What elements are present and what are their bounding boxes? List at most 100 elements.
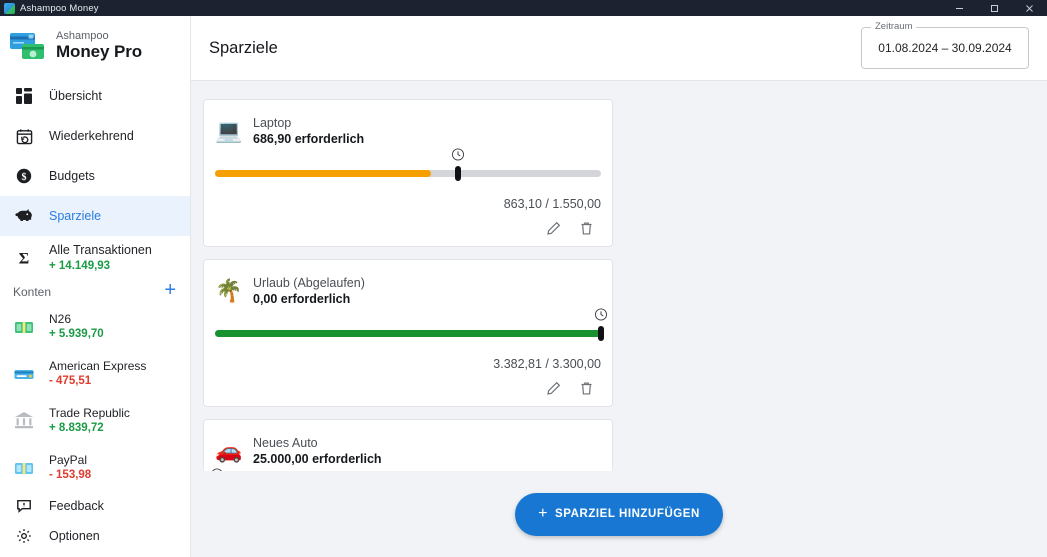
sidebar-item-optionen[interactable]: Optionen [0, 521, 190, 551]
sidebar-item-uebersicht[interactable]: Übersicht [0, 76, 190, 116]
goal-required: 25.000,00 erforderlich [253, 452, 382, 466]
brand: Ashampoo Money Pro [0, 16, 190, 76]
sidebar: Ashampoo Money Pro Übersicht Wiederkehre… [0, 16, 191, 557]
close-button[interactable] [1012, 0, 1047, 16]
goal-required: 0,00 erforderlich [253, 292, 351, 306]
banknote-icon [12, 456, 36, 480]
window-title: Ashampoo Money [20, 2, 99, 14]
account-amount: + 8.839,72 [49, 421, 104, 434]
goal-progress [215, 148, 601, 185]
piggy-bank-icon [13, 208, 35, 224]
sidebar-item-budgets[interactable]: $ Budgets [0, 156, 190, 196]
minimize-button[interactable] [942, 0, 977, 16]
goal-card[interactable]: 💻 Laptop 686,90 erforderlich 863,10 / 1.… [203, 99, 613, 247]
accounts-section-title: Konten [13, 284, 52, 299]
goal-texts: Urlaub (Abgelaufen) 0,00 erforderlich [253, 275, 365, 308]
daterange-field[interactable]: Zeitraum 01.08.2024 – 30.09.2024 [861, 21, 1029, 69]
maximize-button[interactable] [977, 0, 1012, 16]
laptop-emoji: 💻 [215, 118, 243, 143]
credit-card-icon [12, 362, 36, 386]
brand-text: Ashampoo Money Pro [56, 31, 142, 60]
goal-card[interactable]: 🚗 Neues Auto 25.000,00 erforderlich [203, 419, 613, 471]
daterange-legend: Zeitraum [871, 21, 917, 32]
banknote-icon [12, 315, 36, 339]
account-stack: PayPal - 153,98 [49, 452, 91, 484]
primary-nav: Übersicht Wiederkehrend $ Budgets Sparzi… [0, 76, 190, 280]
goal-texts: Neues Auto 25.000,00 erforderlich [253, 435, 382, 468]
goal-card-list: 💻 Laptop 686,90 erforderlich 863,10 / 1.… [203, 99, 1029, 471]
clock-icon [452, 148, 465, 161]
progress-fill [215, 330, 601, 337]
goal-name: Laptop [253, 115, 292, 130]
account-item-n26[interactable]: N26 + 5.939,70 [0, 303, 190, 350]
delete-icon[interactable] [579, 221, 594, 236]
window-titlebar: Ashampoo Money [0, 0, 1047, 16]
app-icon [4, 2, 15, 14]
feedback-icon [13, 498, 35, 514]
daterange-value: 01.08.2024 – 30.09.2024 [878, 41, 1012, 55]
progress-marker[interactable] [598, 326, 604, 341]
goal-totals: 3.382,81 / 3.300,00 [493, 357, 601, 371]
sidebar-item-label: Optionen [49, 529, 100, 543]
account-item-american-express[interactable]: American Express - 475,51 [0, 350, 190, 397]
account-name: PayPal [49, 452, 88, 467]
account-name: American Express [49, 358, 147, 373]
car-emoji: 🚗 [215, 438, 243, 463]
goal-header: 💻 Laptop 686,90 erforderlich [215, 111, 601, 151]
sigma-icon: Σ [13, 249, 35, 268]
goal-texts: Laptop 686,90 erforderlich [253, 115, 364, 148]
palm-tree-emoji: 🌴 [215, 278, 243, 303]
goal-name: Neues Auto [253, 435, 318, 450]
edit-icon[interactable] [546, 221, 561, 236]
goal-name: Urlaub (Abgelaufen) [253, 275, 365, 290]
brand-title: Money Pro [56, 41, 143, 61]
plus-icon: + [538, 505, 549, 522]
goals-content: 💻 Laptop 686,90 erforderlich 863,10 / 1.… [191, 81, 1047, 471]
account-stack: N26 + 5.939,70 [49, 311, 104, 343]
sidebar-item-feedback[interactable]: Feedback [0, 491, 190, 521]
fab-row: + SPARZIEL HINZUFÜGEN [191, 471, 1047, 557]
edit-icon[interactable] [546, 381, 561, 396]
account-stack: American Express - 475,51 [49, 358, 146, 390]
sidebar-item-wiederkehrend[interactable]: Wiederkehrend [0, 116, 190, 156]
calendar-repeat-icon [13, 128, 35, 145]
window-controls [942, 0, 1047, 16]
main-area: Sparziele Zeitraum 01.08.2024 – 30.09.20… [191, 16, 1047, 557]
account-amount: - 475,51 [49, 374, 92, 387]
goal-progress [215, 308, 608, 345]
secondary-nav: Feedback Optionen [0, 491, 190, 557]
sidebar-item-alle-transaktionen[interactable]: Σ Alle Transaktionen + 14.149,93 [0, 236, 190, 280]
svg-text:$: $ [22, 172, 27, 183]
gear-icon [13, 528, 35, 544]
goal-card[interactable]: 🌴 Urlaub (Abgelaufen) 0,00 erforderlich [203, 259, 613, 407]
add-account-button[interactable]: + [164, 280, 176, 303]
add-savings-goal-button[interactable]: + SPARZIEL HINZUFÜGEN [515, 492, 723, 536]
account-amount: - 153,98 [49, 468, 92, 481]
sidebar-item-hilfe[interactable]: Hilfe [0, 551, 190, 557]
account-name: N26 [49, 311, 72, 326]
goal-totals: 863,10 / 1.550,00 [503, 197, 601, 211]
account-stack: Trade Republic + 8.839,72 [49, 405, 130, 437]
svg-text:Σ: Σ [19, 251, 29, 268]
delete-icon[interactable] [579, 381, 594, 396]
sidebar-item-label: Feedback [49, 499, 104, 513]
goal-required: 686,90 erforderlich [253, 132, 365, 146]
progress-fill [215, 170, 432, 177]
account-item-paypal[interactable]: PayPal - 153,98 [0, 444, 190, 491]
add-savings-goal-label: SPARZIEL HINZUFÜGEN [555, 508, 700, 520]
page-header: Sparziele Zeitraum 01.08.2024 – 30.09.20… [191, 16, 1047, 81]
goal-header: 🌴 Urlaub (Abgelaufen) 0,00 erforderlich [215, 271, 601, 311]
transactions-amount: + 14.149,93 [49, 259, 111, 272]
account-amount: + 5.939,70 [49, 327, 104, 340]
account-name: Trade Republic [49, 405, 130, 420]
coin-dollar-icon: $ [13, 168, 35, 184]
page-title: Sparziele [209, 38, 278, 57]
transactions-stack: Alle Transaktionen + 14.149,93 [49, 242, 152, 274]
goal-actions [215, 381, 601, 398]
account-item-trade-republic[interactable]: Trade Republic + 8.839,72 [0, 397, 190, 444]
sidebar-item-label: Übersicht [49, 89, 102, 103]
progress-marker[interactable] [455, 166, 462, 181]
goal-actions [215, 221, 601, 238]
sidebar-item-sparziele[interactable]: Sparziele [0, 196, 190, 236]
accounts-list: N26 + 5.939,70 American Express - 475,51 [0, 303, 190, 491]
